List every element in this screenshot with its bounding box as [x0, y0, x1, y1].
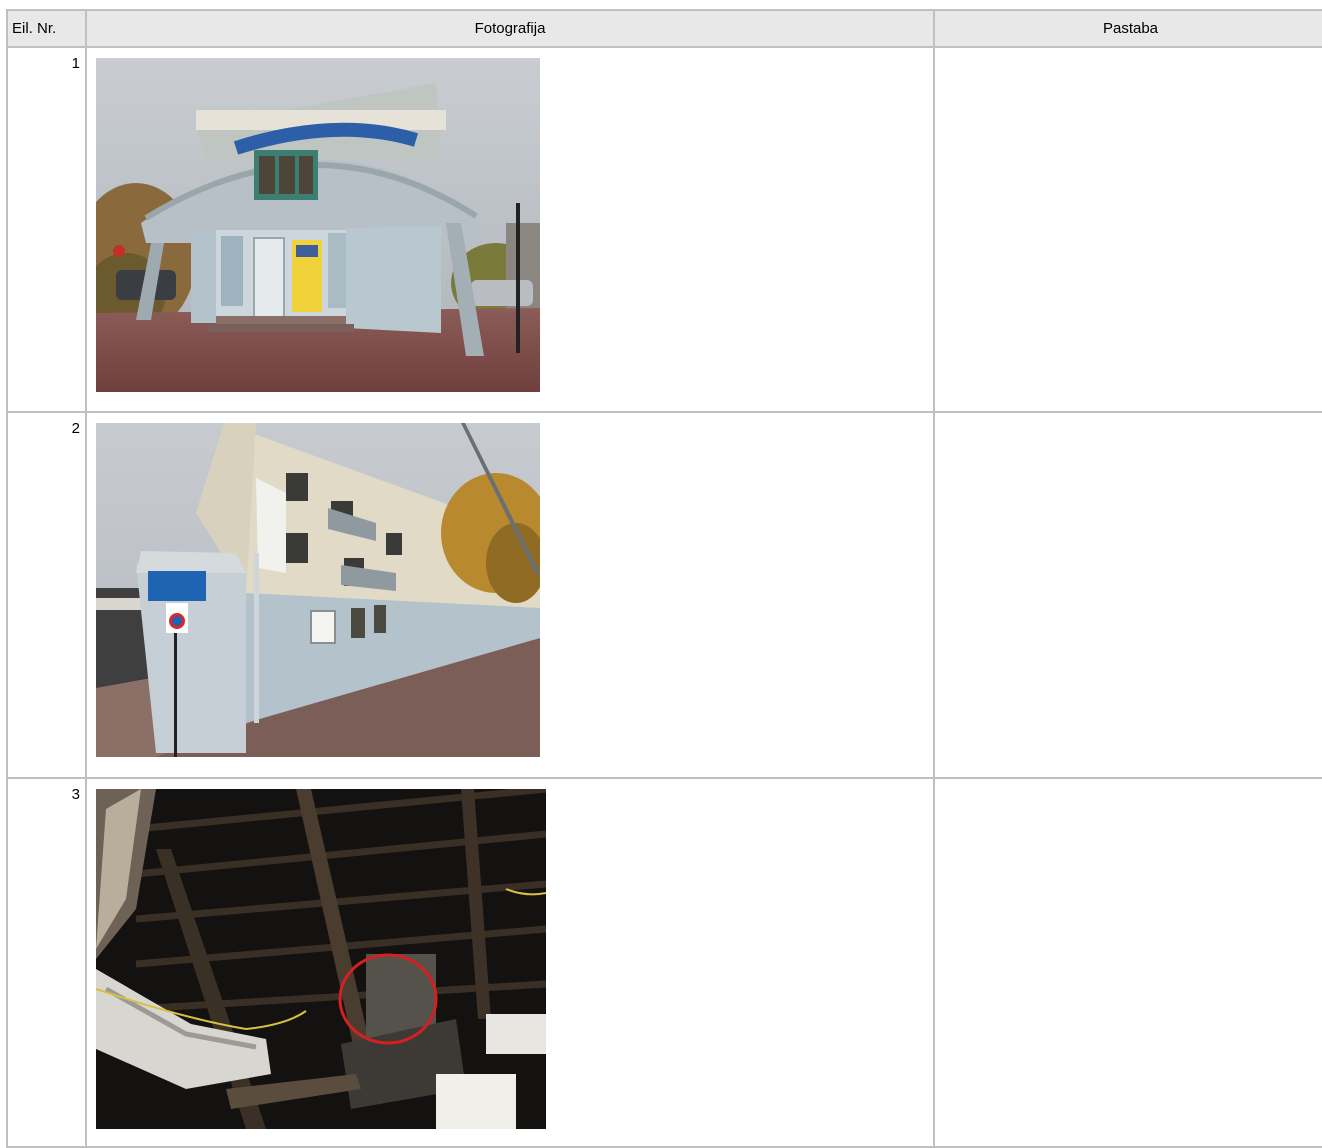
photo-cell — [85, 777, 935, 1148]
attic-roof-photo — [96, 789, 546, 1129]
photo-cell — [85, 411, 935, 779]
row-number: 1 — [6, 46, 87, 413]
note-cell — [933, 777, 1322, 1148]
photo-table: Eil. Nr. Fotografija Pastaba 1 2 3 — [6, 9, 1322, 1148]
table-header-row: Eil. Nr. Fotografija Pastaba — [6, 9, 1322, 48]
table-row: 2 — [6, 411, 1322, 779]
row-number: 3 — [6, 777, 87, 1148]
header-note: Pastaba — [933, 9, 1322, 48]
table-row: 1 — [6, 46, 1322, 413]
building-side-photo — [96, 423, 540, 757]
building-front-photo — [96, 58, 540, 392]
note-cell — [933, 46, 1322, 413]
photo-table-container: Eil. Nr. Fotografija Pastaba 1 2 3 — [6, 9, 1322, 1148]
row-number: 2 — [6, 411, 87, 779]
header-photo: Fotografija — [85, 9, 935, 48]
photo-cell — [85, 46, 935, 413]
header-nr: Eil. Nr. — [6, 9, 87, 48]
table-row: 3 — [6, 777, 1322, 1148]
note-cell — [933, 411, 1322, 779]
